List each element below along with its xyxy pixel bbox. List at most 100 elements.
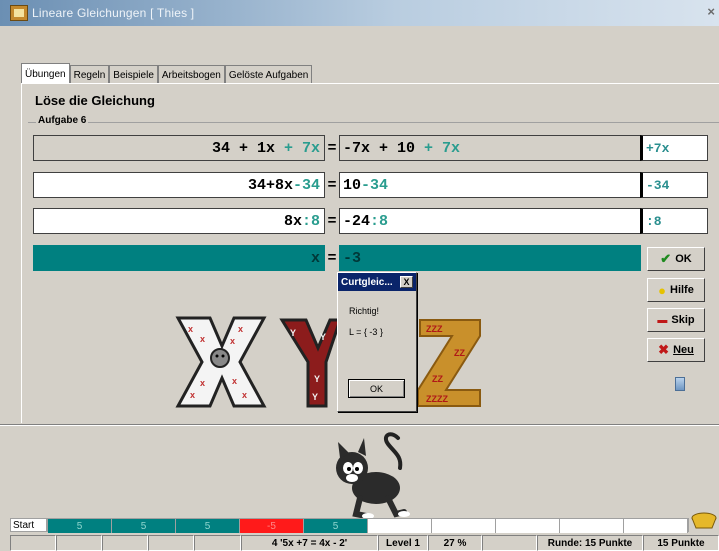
status-cell-empty-2 (56, 535, 102, 551)
progress-segment (560, 519, 624, 533)
help-label: Hilfe (670, 284, 694, 296)
status-bar: 4 '5x +7 = 4x - 2' Level 1 27 % Runde: 1… (10, 535, 719, 551)
tab-bar: Übungen Regeln Beispiele Arbeitsbogen Ge… (21, 63, 313, 84)
progress-segment: 5 (176, 519, 240, 533)
status-cell-empty-1 (10, 535, 56, 551)
status-cell-empty-6 (482, 535, 537, 551)
dialog-ok-button[interactable]: OK (348, 379, 405, 398)
dialog-close-button[interactable]: X (400, 276, 413, 288)
tab-regeln[interactable]: Regeln (69, 65, 110, 84)
row2-right-field[interactable]: 10 -34 (339, 172, 641, 198)
row3-right-op: :8 (370, 212, 389, 230)
row4-left-text: x (310, 249, 320, 267)
letter-y-graphic: YYYY (279, 318, 343, 408)
window-title: Lineare Gleichungen [ Thies ] (32, 6, 195, 20)
progress-start-label: Start (10, 518, 47, 532)
svg-text:Y: Y (290, 328, 296, 338)
row4-equals: = (327, 250, 337, 267)
row2-left-text: 34+8x (247, 176, 293, 194)
row4-right-text: -3 (343, 249, 362, 267)
row2-left-field[interactable]: 34+8x -34 (33, 172, 325, 198)
progress-segment: 5 (48, 519, 112, 533)
row3-left-text: 8x (283, 212, 302, 230)
progress-segment (624, 519, 688, 533)
row3-left-field[interactable]: 8x:8 (33, 208, 325, 234)
progress-segment: 5 (112, 519, 176, 533)
row1-equals: = (327, 140, 337, 157)
cat-mascot-graphic (336, 432, 410, 519)
dialog-message: Richtig! (349, 306, 380, 316)
svg-text:ZZ: ZZ (432, 374, 443, 384)
skip-button[interactable]: ▬ Skip (647, 308, 705, 332)
row1-left-field[interactable]: 34 + 1x + 7x (33, 135, 325, 161)
row2-right-text: 10 (343, 176, 362, 194)
cross-icon: ✖ (658, 342, 670, 357)
svg-text:x: x (200, 334, 205, 344)
page-title: Löse die Gleichung (35, 93, 155, 108)
svg-text:ZZZZ: ZZZZ (426, 394, 448, 404)
tab-geloeste-aufgaben[interactable]: Gelöste Aufgaben (224, 65, 313, 84)
progress-segments: 5 5 5 -5 5 (47, 518, 689, 533)
row3-right-field[interactable]: -24:8 (339, 208, 641, 234)
new-label: Neu (673, 344, 694, 356)
row1-right-field[interactable]: -7x + 10 + 7x (339, 135, 641, 161)
status-round: Runde: 15 Punkte (537, 535, 643, 551)
lightbulb-icon: ● (658, 282, 666, 298)
status-points: 15 Punkte (643, 535, 719, 551)
task-label: Aufgabe 6 (36, 115, 89, 126)
row3-operation-field[interactable]: :8 (640, 208, 708, 234)
help-button[interactable]: ● Hilfe (647, 278, 705, 302)
skip-icon: ▬ (657, 314, 668, 326)
svg-text:x: x (188, 324, 193, 334)
close-icon[interactable]: × (707, 4, 715, 19)
progress-segment: 5 (304, 519, 368, 533)
row1-operation-field[interactable]: +7x (640, 135, 708, 161)
row4-right-field[interactable]: -3 (339, 245, 641, 271)
svg-text:ZZ: ZZ (454, 348, 465, 358)
row1-right-text: -7x + 10 (343, 139, 416, 157)
row4-left-field[interactable]: x (33, 245, 325, 271)
svg-text:x: x (238, 324, 243, 334)
row1-right-op: + 7x (415, 139, 461, 157)
new-button[interactable]: ✖ Neu (647, 338, 705, 362)
xyz-logo-graphic: xxxx xxxx YYYY ZZZZZZZZZZZ (175, 316, 481, 408)
row3-right-text: -24 (343, 212, 371, 230)
result-dialog: Curtgleic... X Richtig! L = { -3 } OK (337, 272, 417, 412)
ok-label: OK (675, 253, 692, 265)
tab-beispiele[interactable]: Beispiele (109, 65, 158, 84)
progress-segment (432, 519, 496, 533)
divider (0, 424, 719, 426)
trash-icon[interactable] (675, 377, 685, 391)
skip-label: Skip (671, 314, 695, 326)
progress-bar: Start 5 5 5 -5 5 (10, 517, 719, 533)
status-cell-empty-3 (102, 535, 148, 551)
checkmark-icon: ✔ (660, 251, 672, 266)
tab-uebungen[interactable]: Übungen (21, 63, 70, 84)
title-bar[interactable]: Lineare Gleichungen [ Thies ] × (0, 0, 719, 26)
app-window: Lineare Gleichungen [ Thies ] × Übungen … (0, 0, 719, 551)
svg-text:x: x (200, 378, 205, 388)
row2-equals: = (327, 177, 337, 194)
svg-text:x: x (232, 376, 237, 386)
letter-x-graphic: xxxx xxxx (175, 316, 267, 408)
row2-operation-field[interactable]: -34 (640, 172, 708, 198)
svg-text:Y: Y (312, 392, 318, 402)
progress-segment: -5 (240, 519, 304, 533)
svg-text:x: x (190, 390, 195, 400)
status-cell-empty-4 (148, 535, 194, 551)
row3-equals: = (327, 213, 337, 230)
row1-left-text: 34 + 1x (211, 139, 275, 157)
app-icon (10, 5, 28, 21)
dialog-solution: L = { -3 } (349, 327, 383, 337)
status-percent: 27 % (428, 535, 482, 551)
ok-button[interactable]: ✔ OK (647, 247, 705, 271)
row2-left-op: -34 (292, 176, 320, 194)
letter-z-graphic: ZZZZZZZZZZZ (417, 319, 481, 407)
svg-text:Y: Y (314, 374, 320, 384)
svg-text:ZZZ: ZZZ (426, 324, 443, 334)
status-level: Level 1 (378, 535, 428, 551)
svg-text:x: x (242, 390, 247, 400)
svg-text:Y: Y (320, 332, 326, 342)
status-cell-empty-5 (194, 535, 241, 551)
tab-arbeitsbogen[interactable]: Arbeitsbogen (157, 65, 225, 84)
